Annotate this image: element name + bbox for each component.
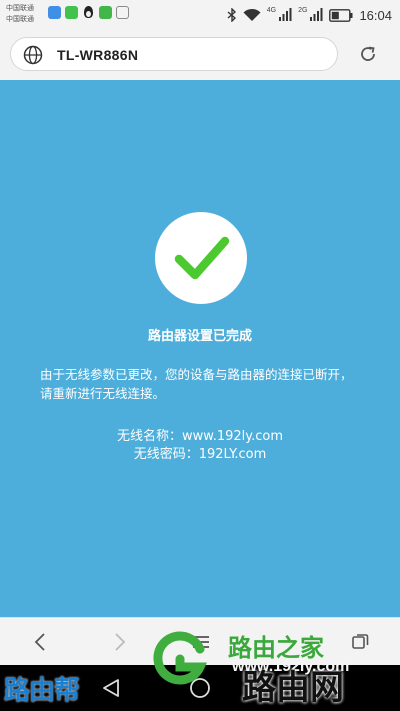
alipay-icon xyxy=(48,6,61,19)
watermark-left: 路由帮 xyxy=(4,676,80,706)
wechat-icon xyxy=(65,6,78,19)
image-icon xyxy=(116,6,129,19)
back-button[interactable] xyxy=(16,618,64,666)
signal-icon xyxy=(279,8,292,21)
status-bar: 中国联通 中国联通 4G 2G 16:04 xyxy=(0,0,400,30)
globe-icon xyxy=(23,45,43,65)
qq-icon xyxy=(82,6,95,19)
nav-back-icon[interactable] xyxy=(100,677,122,699)
watermark-right: 路由网 xyxy=(242,668,344,708)
chevron-left-icon xyxy=(34,633,45,651)
forward-button[interactable] xyxy=(96,618,144,666)
network-4g-label: 4G xyxy=(266,6,277,14)
battery-icon xyxy=(329,8,353,22)
carrier-label-1: 中国联通 xyxy=(6,4,34,12)
wifi-icon xyxy=(243,8,261,21)
network-2g-label: 2G xyxy=(298,6,308,14)
reload-icon[interactable] xyxy=(358,44,378,64)
ssid-value: www.192ly.com xyxy=(182,429,283,444)
ssid-line: 无线名称：www.192ly.com xyxy=(0,425,400,444)
password-value: 192LY.com xyxy=(198,447,267,462)
status-message: 由于无线参数已更改，您的设备与路由器的连接已断开，请重新进行无线连接。 xyxy=(40,367,353,401)
ssid-label: 无线名称： xyxy=(116,429,182,444)
checkmark-icon xyxy=(174,236,230,280)
system-icons: 4G 2G 16:04 xyxy=(227,0,400,30)
page-title: 路由器设置已完成 xyxy=(147,329,252,344)
url-text: TL-WR886N xyxy=(57,47,139,63)
tabs-icon xyxy=(352,634,369,649)
signal-icon-2 xyxy=(310,8,323,21)
carrier-info: 中国联通 中国联通 xyxy=(6,3,34,25)
password-line: 无线密码：192LY.com xyxy=(0,443,400,462)
watermark-logo-icon xyxy=(153,631,207,685)
status-time: 16:04 xyxy=(359,7,392,23)
url-field[interactable]: TL-WR886N xyxy=(10,37,338,71)
bluetooth-icon xyxy=(227,8,236,22)
app-icon xyxy=(99,6,112,19)
success-badge xyxy=(155,212,247,304)
carrier-label-2: 中国联通 xyxy=(6,15,34,23)
notification-icons xyxy=(48,6,129,19)
chevron-right-icon xyxy=(115,633,126,651)
page-content: 路由器设置已完成 由于无线参数已更改，您的设备与路由器的连接已断开，请重新进行无… xyxy=(0,80,400,617)
password-label: 无线密码： xyxy=(133,447,199,462)
browser-address-bar: TL-WR886N xyxy=(0,30,400,80)
